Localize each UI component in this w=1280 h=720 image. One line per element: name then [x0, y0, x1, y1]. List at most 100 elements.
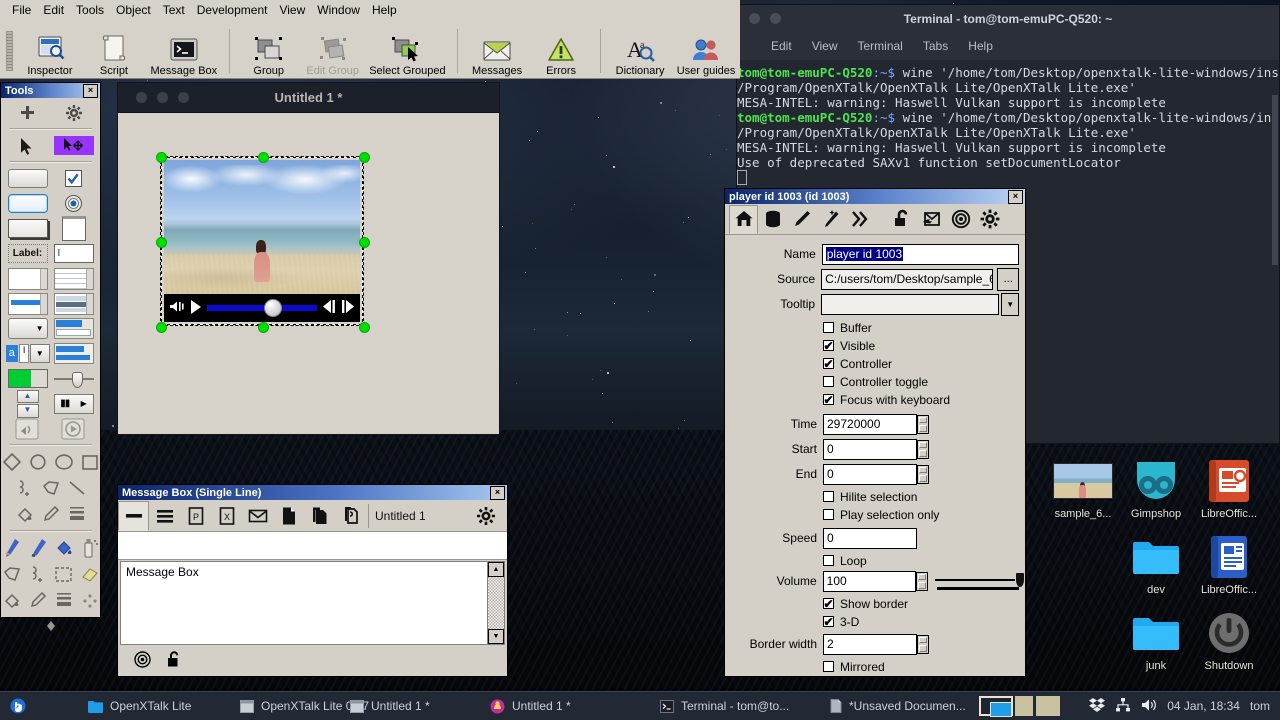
step-forward-icon[interactable]	[341, 300, 355, 316]
player-control[interactable]	[164, 160, 360, 322]
dropbox-icon[interactable]	[1089, 697, 1105, 716]
message-box-tool-single-line[interactable]	[118, 501, 149, 531]
inspector-checkbox-controller-toggle[interactable]: Controller toggle	[729, 373, 1019, 390]
select-grouped-icon[interactable]	[392, 37, 422, 63]
resize-handle-nw[interactable]	[156, 152, 167, 163]
scroll-down-icon[interactable]: ▼	[488, 629, 504, 644]
inspector-row-speed[interactable]: Speed 0	[729, 527, 1019, 549]
terminal-menu-help[interactable]: Help	[968, 39, 993, 53]
tool-default-button[interactable]	[8, 194, 48, 213]
resize-handle-ne[interactable]	[359, 152, 370, 163]
tool-menu-button[interactable]: ▼	[8, 319, 48, 338]
inspector-checkbox-buffer[interactable]: Buffer	[729, 319, 1019, 336]
volume-slider[interactable]	[935, 571, 1019, 592]
toolbar-button-message-box[interactable]: Message Box	[146, 24, 222, 77]
inspector-row-border-width[interactable]: Border width 2	[729, 633, 1019, 655]
menu-item-help[interactable]: Help	[366, 1, 403, 19]
chevrons-right-icon[interactable]	[850, 209, 870, 229]
toolbar-button-script[interactable]: Script	[82, 24, 146, 77]
taskbar-item-0[interactable]: OpenXTalk Lite	[78, 692, 201, 720]
tool-card[interactable]	[54, 219, 94, 238]
inspector-tab-pencil[interactable]	[787, 205, 816, 234]
tool-scrolling-field[interactable]	[8, 269, 48, 288]
desktop-icon-junk[interactable]: junk	[1114, 609, 1198, 672]
app-pink-icon[interactable]	[490, 699, 505, 714]
gear-icon[interactable]	[66, 105, 82, 121]
checkbox-icon[interactable]	[823, 491, 834, 502]
toolbar-button-edit-group[interactable]: Edit Group	[301, 24, 365, 77]
taskbar-user[interactable]: tom	[1250, 699, 1270, 713]
tools-widget-row[interactable]: a I ▼	[1, 341, 100, 366]
terminal-menu-view[interactable]: View	[812, 39, 838, 53]
inspector-tab-database[interactable]	[758, 205, 787, 234]
image-thumbnail-icon[interactable]	[1041, 457, 1125, 505]
inspector-titlebar[interactable]: player id 1003 (id 1003) ×	[725, 189, 1025, 204]
inspector-checkbox-3-d[interactable]: ✔ 3-D	[729, 613, 1019, 630]
menu-item-view[interactable]: View	[273, 1, 311, 19]
taskbar-clock[interactable]: 04 Jan, 18:34	[1167, 699, 1240, 713]
desktop-icon-dev[interactable]: dev	[1114, 533, 1198, 596]
tools-widget-row[interactable]	[1, 291, 100, 316]
gear-icon[interactable]	[980, 209, 1000, 229]
tools-widget-row[interactable]	[1, 216, 100, 241]
source-input[interactable]: C:/users/tom/Desktop/sample_6	[821, 269, 993, 290]
inspector-row-time[interactable]: Time 29720000	[729, 413, 1019, 435]
edit-group-icon[interactable]	[318, 37, 348, 63]
volume-icon[interactable]	[1141, 697, 1157, 716]
speed-input[interactable]: 0	[823, 528, 917, 549]
tool-button[interactable]	[8, 169, 48, 188]
tools-paint-row-3[interactable]	[1, 587, 100, 613]
tool-fill-color[interactable]	[15, 504, 35, 524]
message-box-tool-mail[interactable]	[242, 501, 273, 531]
openxtalk-app-toolbar[interactable]: File Edit Tools Object Text Development View Wi…	[0, 0, 740, 79]
tools-widget-row[interactable]	[1, 416, 100, 441]
menubar[interactable]: File Edit Tools Object Text Development View Wi…	[0, 0, 740, 20]
inspector-checkbox-mirrored[interactable]: Mirrored	[729, 658, 1019, 675]
stack-close-button[interactable]	[136, 92, 147, 103]
message-box-toolbar[interactable]: P X Untitled 1	[118, 500, 507, 532]
page-icon[interactable]	[279, 506, 299, 526]
resize-handle-e[interactable]	[359, 237, 370, 248]
time-input[interactable]: 29720000	[823, 414, 917, 435]
tool-diamond[interactable]	[2, 452, 22, 472]
border-width-input[interactable]: 2	[823, 634, 917, 655]
message-box-window[interactable]: Message Box (Single Line) × P X Untitled 1…	[117, 484, 508, 677]
window-icon[interactable]	[350, 700, 364, 713]
unlock-icon[interactable]	[167, 651, 182, 671]
tool-paint-curve[interactable]	[28, 564, 48, 584]
script-scroll-icon[interactable]	[101, 33, 127, 63]
folder-icon[interactable]	[1114, 609, 1198, 657]
checkbox-icon[interactable]: ✔	[823, 598, 834, 609]
tool-slider[interactable]	[54, 369, 94, 388]
scrubber-thumb[interactable]	[264, 299, 282, 317]
tools-palette-titlebar[interactable]: Tools ×	[1, 83, 100, 98]
group-icon[interactable]	[254, 37, 284, 63]
workspace-3[interactable]	[1036, 696, 1060, 716]
tools-header-row[interactable]	[1, 100, 100, 125]
tool-progress-bar[interactable]	[8, 369, 48, 388]
tool-pointer[interactable]	[8, 136, 48, 155]
checkbox-icon[interactable]: ✔	[823, 340, 834, 351]
close-icon[interactable]: ×	[490, 486, 505, 500]
desktop-icon-sample_6-[interactable]: sample_6...	[1041, 457, 1125, 520]
stack-maximize-button[interactable]	[178, 92, 189, 103]
pencil-icon[interactable]	[792, 209, 812, 229]
inspector-checkbox-visible[interactable]: ✔ Visible	[729, 337, 1019, 354]
stack-window-untitled-1[interactable]: Untitled 1 *	[117, 82, 500, 435]
libreoffice-impress-icon[interactable]	[1187, 457, 1271, 505]
single-line-icon[interactable]	[124, 506, 144, 526]
inspector-mirrored-group[interactable]: Mirrored	[729, 658, 1019, 675]
checkbox-icon[interactable]	[823, 661, 834, 672]
terminal-black-icon[interactable]	[660, 700, 674, 713]
arrow-pointer-icon[interactable]	[20, 137, 35, 155]
toolbar-button-messages[interactable]: Messages	[465, 24, 529, 77]
inspector-checkbox-play-selection-only[interactable]: Play selection only	[729, 506, 1019, 523]
toolbar-button-dictionary[interactable]: Aa Dictionary	[608, 24, 672, 77]
checkbox-icon[interactable]	[823, 555, 834, 566]
property-inspector-dialog[interactable]: player id 1003 (id 1003) × Name player id…	[724, 188, 1026, 677]
volume-slider-thumb[interactable]	[1016, 573, 1024, 587]
checkbox-icon[interactable]: ✔	[823, 358, 834, 369]
tools-palette[interactable]: Tools × Label: I ▼ a I ▼ ▲ ▼ ▮▮ ▶	[0, 82, 101, 618]
checkbox-icon[interactable]: ✔	[823, 394, 834, 405]
tool-paint-polygon[interactable]	[2, 564, 22, 584]
